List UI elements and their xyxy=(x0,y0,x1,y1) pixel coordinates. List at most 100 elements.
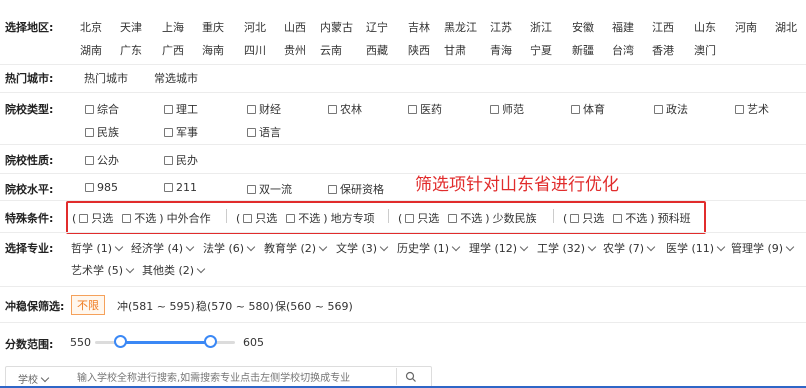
checkbox-icon[interactable] xyxy=(405,213,415,223)
region-item[interactable]: 浙江 xyxy=(530,19,552,35)
risk-option-bao[interactable]: 保(560 ~ 569) xyxy=(275,298,353,314)
major-dropdown[interactable]: 工学 (32) xyxy=(537,240,597,256)
region-item[interactable]: 内蒙古 xyxy=(320,19,353,35)
region-item[interactable]: 澳门 xyxy=(694,42,716,58)
major-dropdown[interactable]: 哲学 (1) xyxy=(71,240,124,256)
tab-common-city[interactable]: 常选城市 xyxy=(154,70,198,86)
region-item[interactable]: 新疆 xyxy=(572,42,594,58)
school-level-option[interactable]: 211 xyxy=(164,181,197,194)
school-type-option[interactable]: 医药 xyxy=(408,101,442,117)
school-level-option[interactable]: 保研资格 xyxy=(328,181,384,197)
checkbox-icon xyxy=(328,104,337,114)
checkbox-icon[interactable] xyxy=(243,213,253,223)
checkbox-icon[interactable] xyxy=(570,213,580,223)
major-dropdown[interactable]: 医学 (11) xyxy=(666,240,726,256)
school-level-option[interactable]: 985 xyxy=(85,181,118,194)
region-item[interactable]: 江西 xyxy=(652,19,674,35)
school-nature-option[interactable]: 公办 xyxy=(85,152,119,168)
region-item[interactable]: 山东 xyxy=(694,19,716,35)
risk-option-unlimited[interactable]: 不限 xyxy=(71,295,105,315)
region-item[interactable]: 香港 xyxy=(652,42,674,58)
school-type-option[interactable]: 政法 xyxy=(654,101,688,117)
school-type-option[interactable]: 军事 xyxy=(164,124,198,140)
region-item[interactable]: 吉林 xyxy=(408,19,430,35)
exclude-option-label[interactable]: 不选 xyxy=(298,210,320,226)
region-item[interactable]: 黑龙江 xyxy=(444,19,477,35)
exclude-option-label[interactable]: 不选 xyxy=(460,210,482,226)
score-min-handle[interactable] xyxy=(114,335,127,348)
school-type-option[interactable]: 财经 xyxy=(247,101,281,117)
region-item[interactable]: 广东 xyxy=(120,42,142,58)
region-item[interactable]: 山西 xyxy=(284,19,306,35)
region-item[interactable]: 福建 xyxy=(612,19,634,35)
school-nature-option[interactable]: 民办 xyxy=(164,152,198,168)
region-item[interactable]: 贵州 xyxy=(284,42,306,58)
special-condition-name: 少数民族 xyxy=(492,212,537,225)
checkbox-icon[interactable] xyxy=(79,213,89,223)
major-dropdown[interactable]: 教育学 (2) xyxy=(264,240,328,256)
region-item[interactable]: 河北 xyxy=(244,19,266,35)
only-option-label[interactable]: 只选 xyxy=(417,210,439,226)
region-item[interactable]: 宁夏 xyxy=(530,42,552,58)
region-item[interactable]: 天津 xyxy=(120,19,142,35)
school-type-option[interactable]: 师范 xyxy=(490,101,524,117)
risk-option-wen[interactable]: 稳(570 ~ 580) xyxy=(196,298,274,314)
region-item[interactable]: 辽宁 xyxy=(366,19,388,35)
only-option-label[interactable]: 只选 xyxy=(255,210,277,226)
major-dropdown[interactable]: 文学 (3) xyxy=(336,240,389,256)
score-max-handle[interactable] xyxy=(204,335,217,348)
region-item[interactable]: 海南 xyxy=(202,42,224,58)
region-item[interactable]: 台湾 xyxy=(612,42,634,58)
school-type-option[interactable]: 农林 xyxy=(328,101,362,117)
region-item[interactable]: 湖北 xyxy=(775,19,797,35)
region-item[interactable]: 重庆 xyxy=(202,19,224,35)
school-type-option[interactable]: 艺术 xyxy=(735,101,769,117)
school-type-option[interactable]: 理工 xyxy=(164,101,198,117)
region-item[interactable]: 河南 xyxy=(735,19,757,35)
school-type-option[interactable]: 综合 xyxy=(85,101,119,117)
region-item[interactable]: 江苏 xyxy=(490,19,512,35)
checkbox-icon[interactable] xyxy=(448,213,458,223)
region-item[interactable]: 北京 xyxy=(80,19,102,35)
major-dropdown[interactable]: 艺术学 (5) xyxy=(71,262,135,278)
school-type-option[interactable]: 体育 xyxy=(571,101,605,117)
major-dropdown[interactable]: 经济学 (4) xyxy=(131,240,195,256)
region-item[interactable]: 湖南 xyxy=(80,42,102,58)
school-type-option[interactable]: 民族 xyxy=(85,124,119,140)
major-dropdown[interactable]: 法学 (6) xyxy=(203,240,256,256)
school-level-option[interactable]: 双一流 xyxy=(247,181,292,197)
only-option-label[interactable]: 只选 xyxy=(91,210,113,226)
major-dropdown[interactable]: 管理学 (9) xyxy=(731,240,795,256)
major-dropdown[interactable]: 理学 (12) xyxy=(469,240,529,256)
checkbox-icon[interactable] xyxy=(613,213,623,223)
special-condition-name: 预科班 xyxy=(657,212,691,225)
only-option-label[interactable]: 只选 xyxy=(582,210,604,226)
exclude-option-label[interactable]: 不选 xyxy=(134,210,156,226)
exclude-option-label[interactable]: 不选 xyxy=(625,210,647,226)
chevron-down-icon xyxy=(716,242,726,252)
region-item[interactable]: 甘肃 xyxy=(444,42,466,58)
major-dropdown[interactable]: 农学 (7) xyxy=(603,240,656,256)
risk-option-chong[interactable]: 冲(581 ~ 595) xyxy=(117,298,195,314)
region-item[interactable]: 西藏 xyxy=(366,42,388,58)
region-item[interactable]: 安徽 xyxy=(572,19,594,35)
search-type-select[interactable]: 学校 xyxy=(18,371,50,386)
region-item[interactable]: 上海 xyxy=(162,19,184,35)
divider xyxy=(0,173,806,174)
region-item[interactable]: 云南 xyxy=(320,42,342,58)
search-input[interactable] xyxy=(75,369,389,387)
tab-hot-city[interactable]: 热门城市 xyxy=(84,70,128,86)
region-item[interactable]: 四川 xyxy=(244,42,266,58)
checkbox-icon xyxy=(654,104,663,114)
checkbox-icon[interactable] xyxy=(286,213,296,223)
major-dropdown[interactable]: 其他类 (2) xyxy=(142,262,206,278)
school-type-option[interactable]: 语言 xyxy=(247,124,281,140)
region-item[interactable]: 青海 xyxy=(490,42,512,58)
major-dropdown[interactable]: 历史学 (1) xyxy=(397,240,461,256)
checkbox-icon[interactable] xyxy=(122,213,132,223)
search-button[interactable] xyxy=(396,368,425,385)
school-level-label: 院校水平: xyxy=(5,183,54,196)
divider xyxy=(0,232,806,233)
region-item[interactable]: 广西 xyxy=(162,42,184,58)
region-item[interactable]: 陕西 xyxy=(408,42,430,58)
